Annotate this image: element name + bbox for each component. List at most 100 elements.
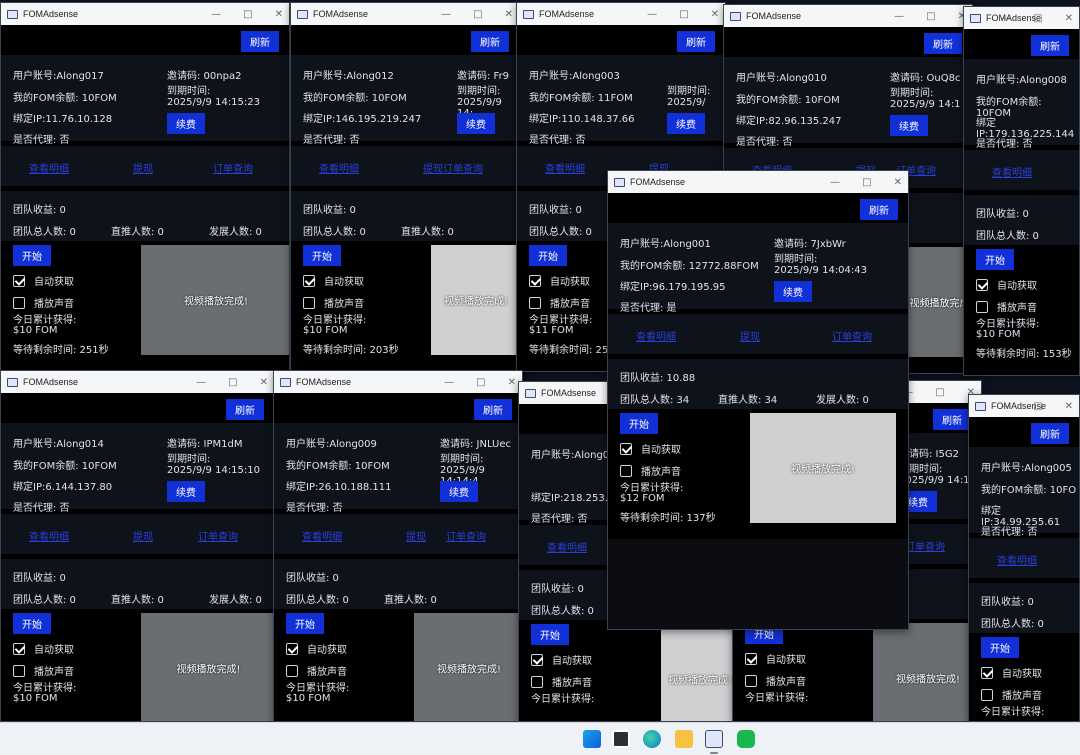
minimize-icon[interactable]: — [894, 11, 904, 22]
auto-fetch-checkbox[interactable]: 自动获取 [13, 641, 74, 656]
refresh-button[interactable]: 刷新 [924, 33, 962, 54]
start-button[interactable]: 开始 [286, 613, 324, 634]
auto-fetch-checkbox[interactable]: 自动获取 [531, 652, 592, 667]
renew-button[interactable]: 续费 [167, 481, 205, 502]
close-icon[interactable]: ✕ [275, 9, 283, 20]
play-sound-checkbox[interactable]: 播放声音 [529, 295, 590, 310]
minimize-icon[interactable]: — [441, 9, 451, 20]
refresh-button[interactable]: 刷新 [1031, 35, 1069, 56]
view-details-link[interactable]: 查看明细 [636, 328, 676, 343]
refresh-button[interactable]: 刷新 [933, 409, 971, 430]
renew-button[interactable]: 续费 [890, 115, 928, 136]
close-icon[interactable]: ✕ [505, 9, 513, 20]
order-query-link[interactable]: 订单查询 [443, 160, 483, 175]
refresh-button[interactable]: 刷新 [677, 31, 715, 52]
minimize-icon[interactable]: — [211, 9, 221, 20]
play-sound-checkbox[interactable]: 播放声音 [286, 663, 347, 678]
view-details-link[interactable]: 查看明细 [302, 528, 342, 543]
order-query-link[interactable]: 订单查询 [198, 528, 238, 543]
maximize-icon[interactable]: □ [228, 377, 237, 388]
renew-button[interactable]: 续费 [667, 113, 705, 134]
withdraw-link[interactable]: 提现 [133, 160, 153, 175]
order-query-link[interactable]: 订单查询 [905, 538, 945, 553]
play-sound-checkbox[interactable]: 播放声音 [976, 299, 1037, 314]
maximize-icon[interactable]: □ [862, 177, 871, 188]
renew-button[interactable]: 续费 [167, 113, 205, 134]
view-details-link[interactable]: 查看明细 [547, 539, 587, 554]
close-icon[interactable]: ✕ [508, 377, 516, 388]
auto-fetch-checkbox[interactable]: 自动获取 [303, 273, 364, 288]
minimize-icon[interactable]: — [196, 377, 206, 388]
minimize-icon[interactable]: — [1001, 13, 1011, 24]
start-button[interactable]: 开始 [303, 245, 341, 266]
order-query-link[interactable]: 订单查询 [213, 160, 253, 175]
start-button[interactable]: 开始 [529, 245, 567, 266]
wechat-icon[interactable] [737, 730, 755, 748]
start-button[interactable]: 开始 [13, 613, 51, 634]
close-icon[interactable]: ✕ [894, 177, 902, 188]
play-sound-checkbox[interactable]: 播放声音 [745, 673, 806, 688]
view-details-link[interactable]: 查看明细 [29, 160, 69, 175]
refresh-button[interactable]: 刷新 [241, 31, 279, 52]
start-button[interactable]: 开始 [976, 249, 1014, 270]
view-details-link[interactable]: 查看明细 [997, 552, 1037, 567]
maximize-icon[interactable]: □ [473, 9, 482, 20]
view-details-link[interactable]: 查看明细 [29, 528, 69, 543]
maximize-icon[interactable]: □ [679, 9, 688, 20]
maximize-icon[interactable]: □ [1033, 401, 1042, 412]
close-icon[interactable]: ✕ [1065, 13, 1073, 24]
start-button[interactable]: 开始 [531, 624, 569, 645]
withdraw-link[interactable]: 提现 [406, 528, 426, 543]
auto-fetch-checkbox[interactable]: 自动获取 [13, 273, 74, 288]
refresh-button[interactable]: 刷新 [474, 399, 512, 420]
renew-button[interactable]: 续费 [457, 113, 495, 134]
windows-start-icon[interactable] [583, 730, 601, 748]
maximize-icon[interactable]: □ [1033, 13, 1042, 24]
play-sound-checkbox[interactable]: 播放声音 [531, 674, 592, 689]
close-icon[interactable]: ✕ [711, 9, 719, 20]
order-query-link[interactable]: 订单查询 [832, 328, 872, 343]
renew-button[interactable]: 续费 [774, 281, 812, 302]
folder-icon[interactable] [675, 730, 693, 748]
withdraw-link[interactable]: 提现 [133, 528, 153, 543]
refresh-button[interactable]: 刷新 [471, 31, 509, 52]
close-icon[interactable]: ✕ [1065, 401, 1073, 412]
minimize-icon[interactable]: — [647, 9, 657, 20]
start-button[interactable]: 开始 [981, 637, 1019, 658]
file-explorer-icon[interactable] [612, 730, 630, 748]
order-query-link[interactable]: 订单查询 [446, 528, 486, 543]
maximize-icon[interactable]: □ [926, 11, 935, 22]
auto-fetch-checkbox[interactable]: 自动获取 [976, 277, 1037, 292]
minimize-icon[interactable]: — [1001, 401, 1011, 412]
minimize-icon[interactable]: — [830, 177, 840, 188]
auto-fetch-checkbox[interactable]: 自动获取 [529, 273, 590, 288]
view-details-link[interactable]: 查看明细 [545, 160, 585, 175]
play-sound-checkbox[interactable]: 播放声音 [13, 663, 74, 678]
renew-button[interactable]: 续费 [440, 481, 478, 502]
maximize-icon[interactable]: □ [935, 387, 944, 398]
edge-browser-icon[interactable] [643, 730, 661, 748]
app-window: FOMAdsense — □ ✕ 刷新 用户账号:Along009 我的FOM余额: 10F… [273, 370, 523, 722]
withdraw-link[interactable]: 提现 [423, 160, 443, 175]
play-sound-checkbox[interactable]: 播放声音 [620, 463, 681, 478]
maximize-icon[interactable]: □ [243, 9, 252, 20]
refresh-button[interactable]: 刷新 [860, 199, 898, 220]
withdraw-link[interactable]: 提现 [740, 328, 760, 343]
auto-fetch-checkbox[interactable]: 自动获取 [981, 665, 1042, 680]
play-sound-checkbox[interactable]: 播放声音 [13, 295, 74, 310]
fomadsense-app-icon[interactable] [705, 730, 723, 748]
maximize-icon[interactable]: □ [476, 377, 485, 388]
view-details-link[interactable]: 查看明细 [992, 164, 1032, 179]
start-button[interactable]: 开始 [13, 245, 51, 266]
auto-fetch-checkbox[interactable]: 自动获取 [745, 651, 806, 666]
start-button[interactable]: 开始 [620, 413, 658, 434]
close-icon[interactable]: ✕ [260, 377, 268, 388]
refresh-button[interactable]: 刷新 [226, 399, 264, 420]
play-sound-checkbox[interactable]: 播放声音 [303, 295, 364, 310]
auto-fetch-checkbox[interactable]: 自动获取 [620, 441, 681, 456]
view-details-link[interactable]: 查看明细 [319, 160, 359, 175]
refresh-button[interactable]: 刷新 [1031, 423, 1069, 444]
minimize-icon[interactable]: — [444, 377, 454, 388]
play-sound-checkbox[interactable]: 播放声音 [981, 687, 1042, 702]
auto-fetch-checkbox[interactable]: 自动获取 [286, 641, 347, 656]
